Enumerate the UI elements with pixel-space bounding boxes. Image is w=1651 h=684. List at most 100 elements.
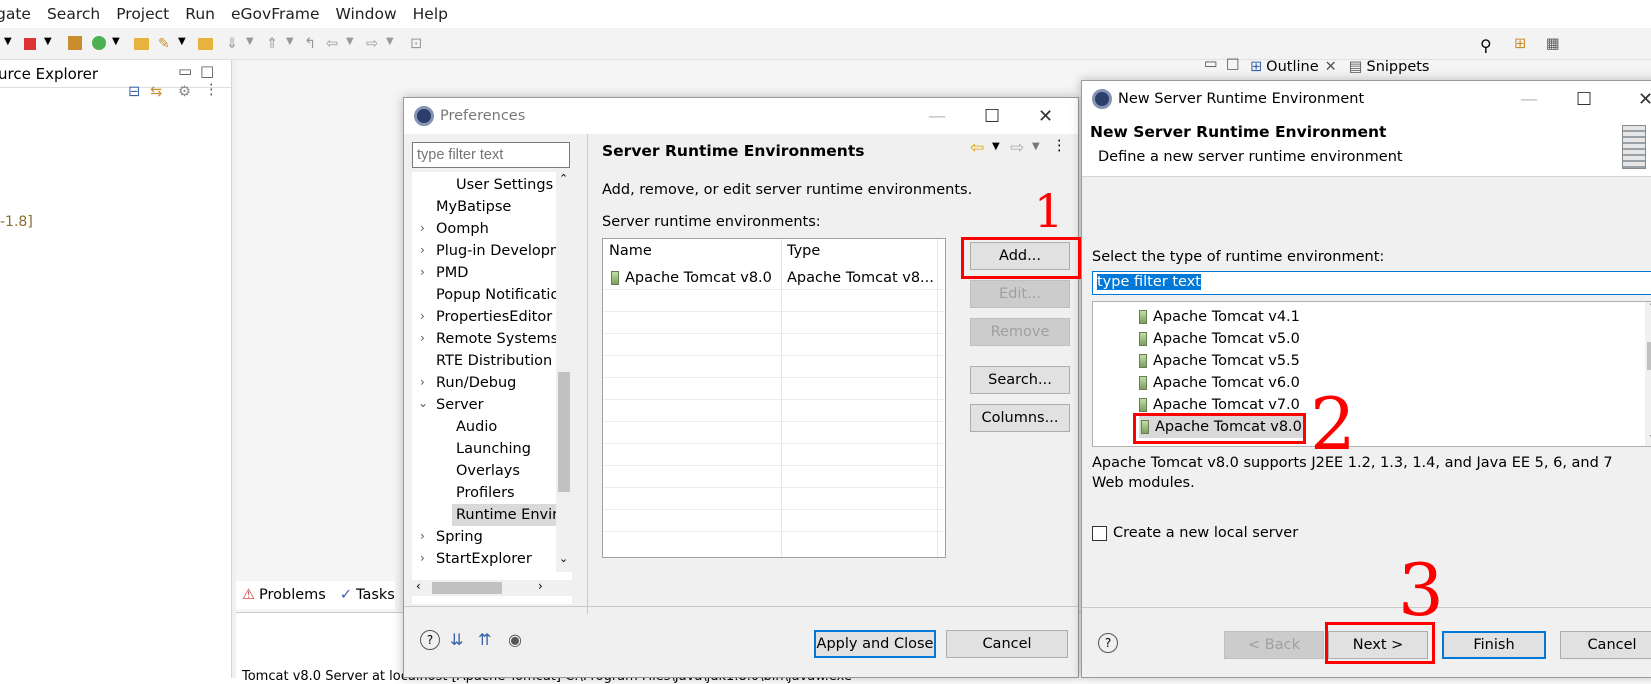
minimize-icon[interactable]: —	[928, 106, 946, 127]
tree-vertical-scrollbar[interactable]: ⌃ ⌄	[556, 172, 572, 572]
tree-divider[interactable]	[587, 134, 588, 614]
remove-button[interactable]: Remove	[970, 318, 1070, 346]
chevron-right-icon[interactable]: ›	[420, 529, 425, 543]
columns-button[interactable]: Columns...	[970, 404, 1070, 432]
scroll-thumb[interactable]	[558, 372, 570, 492]
minimize-icon[interactable]: ▭	[1204, 56, 1218, 72]
close-icon[interactable]: ✕	[1038, 106, 1053, 127]
tree-item-spring[interactable]: Spring	[436, 526, 483, 548]
tree-item-properties-editor[interactable]: PropertiesEditor	[436, 306, 552, 328]
menu-help[interactable]: Help	[413, 5, 448, 23]
tree-item-popup-notifications[interactable]: Popup Notificatio	[436, 284, 559, 306]
apply-and-close-button[interactable]: Apply and Close	[814, 630, 936, 658]
view-menu-icon[interactable]: ⋮	[1052, 138, 1067, 154]
help-icon[interactable]: ?	[1098, 633, 1118, 653]
checkbox-box[interactable]	[1092, 525, 1107, 541]
view-menu-icon[interactable]: ⋮	[204, 82, 219, 98]
scroll-right-icon[interactable]: ›	[538, 579, 543, 593]
create-local-server-checkbox[interactable]: Create a new local server	[1092, 525, 1298, 541]
dropdown-arrow-icon[interactable]: ▼	[386, 36, 402, 52]
chevron-right-icon[interactable]: ›	[420, 243, 425, 257]
chevron-right-icon[interactable]: ›	[420, 265, 425, 279]
chevron-down-icon[interactable]: ▼	[992, 141, 1000, 152]
export-icon[interactable]: ⇈	[478, 630, 491, 649]
pin-editor-icon[interactable]: ⊡	[410, 36, 426, 52]
tree-item-startexplorer[interactable]: StartExplorer	[436, 548, 532, 570]
prev-annotation-icon[interactable]: ⇑	[266, 36, 282, 52]
new-wizard-icon[interactable]	[92, 36, 106, 50]
tree-item-server[interactable]: Server	[436, 394, 484, 416]
tree-item-rte-distribution[interactable]: RTE Distribution T	[436, 350, 566, 372]
chevron-right-icon[interactable]: ›	[420, 309, 425, 323]
maximize-icon[interactable]: □	[200, 62, 214, 80]
link-editor-icon[interactable]: ⇆	[150, 84, 162, 100]
chevron-right-icon[interactable]: ›	[420, 331, 425, 345]
type-filter-input[interactable]: type filter text	[1092, 271, 1651, 295]
list-item-tomcat-55[interactable]: Apache Tomcat v5.5	[1139, 350, 1300, 372]
chevron-down-icon[interactable]: ▼	[1032, 141, 1040, 152]
pen-icon[interactable]: ✎	[158, 36, 174, 52]
package-icon[interactable]	[68, 36, 82, 50]
tree-item-run-debug[interactable]: Run/Debug	[436, 372, 516, 394]
edit-button[interactable]: Edit...	[970, 280, 1070, 308]
back-button[interactable]: < Back	[1224, 631, 1324, 659]
close-icon[interactable]: ✕	[1325, 59, 1337, 75]
menu-window[interactable]: Window	[336, 5, 397, 23]
scroll-left-icon[interactable]: ‹	[416, 579, 421, 593]
minimize-icon[interactable]: ▭	[178, 62, 192, 80]
tree-item-runtime-environments[interactable]: Runtime Enviro	[452, 504, 567, 526]
menu-project[interactable]: Project	[116, 5, 169, 23]
tab-snippets[interactable]: Snippets	[1366, 59, 1429, 75]
help-icon[interactable]: ?	[420, 630, 440, 650]
list-vertical-scrollbar[interactable]: ⌃ ⌄	[1645, 302, 1651, 446]
minimize-icon[interactable]: —	[1520, 89, 1538, 110]
chevron-down-icon[interactable]: ⌄	[418, 396, 428, 410]
oomph-icon[interactable]: ◉	[508, 630, 522, 649]
dropdown-arrow-icon[interactable]: ▼	[112, 36, 128, 52]
open-perspective-icon[interactable]: ⊞	[1514, 36, 1530, 52]
close-icon[interactable]: ✕	[1638, 89, 1651, 110]
table-row[interactable]: Apache Tomcat v8.0 Apache Tomcat v8...	[603, 267, 945, 289]
open-type-icon[interactable]	[198, 38, 213, 50]
stop-icon[interactable]	[24, 38, 36, 50]
back-nav-icon[interactable]: ⇦	[970, 138, 984, 158]
tree-item-overlays[interactable]: Overlays	[456, 460, 520, 482]
menu-navigate[interactable]: gate	[0, 5, 31, 23]
open-folder-icon[interactable]	[134, 38, 149, 50]
search-button[interactable]: Search...	[970, 366, 1070, 394]
collapse-all-icon[interactable]: ⊟	[128, 84, 140, 100]
scroll-up-icon[interactable]: ⌃	[559, 172, 568, 185]
menu-search[interactable]: Search	[47, 5, 100, 23]
menu-egovframe[interactable]: eGovFrame	[231, 5, 320, 23]
tree-item-user-settings[interactable]: User Settings	[456, 174, 553, 196]
scroll-thumb[interactable]	[1647, 342, 1651, 370]
dropdown-arrow-icon[interactable]: ▼	[44, 36, 60, 52]
tab-outline[interactable]: Outline	[1266, 59, 1318, 75]
tree-item-audio[interactable]: Audio	[456, 416, 497, 438]
last-edit-icon[interactable]: ↰	[304, 36, 320, 52]
table-header-name[interactable]: Name	[609, 243, 652, 259]
tree-item-launching[interactable]: Launching	[456, 438, 531, 460]
chevron-right-icon[interactable]: ›	[420, 221, 425, 235]
tree-horizontal-scrollbar[interactable]: ‹ ›	[412, 579, 572, 596]
list-item-tomcat-50[interactable]: Apache Tomcat v5.0	[1139, 328, 1300, 350]
tree-item-pmd[interactable]: PMD	[436, 262, 468, 284]
dropdown-arrow-icon[interactable]: ▼	[178, 36, 194, 52]
chevron-right-icon[interactable]: ›	[420, 551, 425, 565]
dropdown-arrow-icon[interactable]: ▼	[286, 36, 302, 52]
scroll-down-icon[interactable]: ⌄	[559, 552, 568, 565]
tree-item-plugin-development[interactable]: Plug-in Developm	[436, 240, 564, 262]
tree-item-remote-systems[interactable]: Remote Systems	[436, 328, 558, 350]
dropdown-arrow-icon[interactable]: ▼	[346, 36, 362, 52]
next-annotation-icon[interactable]: ⇓	[226, 36, 242, 52]
forward-icon[interactable]: ⇨	[366, 36, 382, 52]
maximize-icon[interactable]: ☐	[984, 106, 1000, 127]
menu-run[interactable]: Run	[185, 5, 215, 23]
tree-item-profilers[interactable]: Profilers	[456, 482, 515, 504]
import-icon[interactable]: ⇊	[450, 630, 463, 649]
list-item-tomcat-41[interactable]: Apache Tomcat v4.1	[1139, 306, 1300, 328]
forward-nav-icon[interactable]: ⇨	[1010, 138, 1024, 158]
list-item-tomcat-60[interactable]: Apache Tomcat v6.0	[1139, 372, 1300, 394]
table-header-type[interactable]: Type	[787, 243, 820, 259]
dropdown-arrow-icon[interactable]: ▼	[246, 36, 262, 52]
